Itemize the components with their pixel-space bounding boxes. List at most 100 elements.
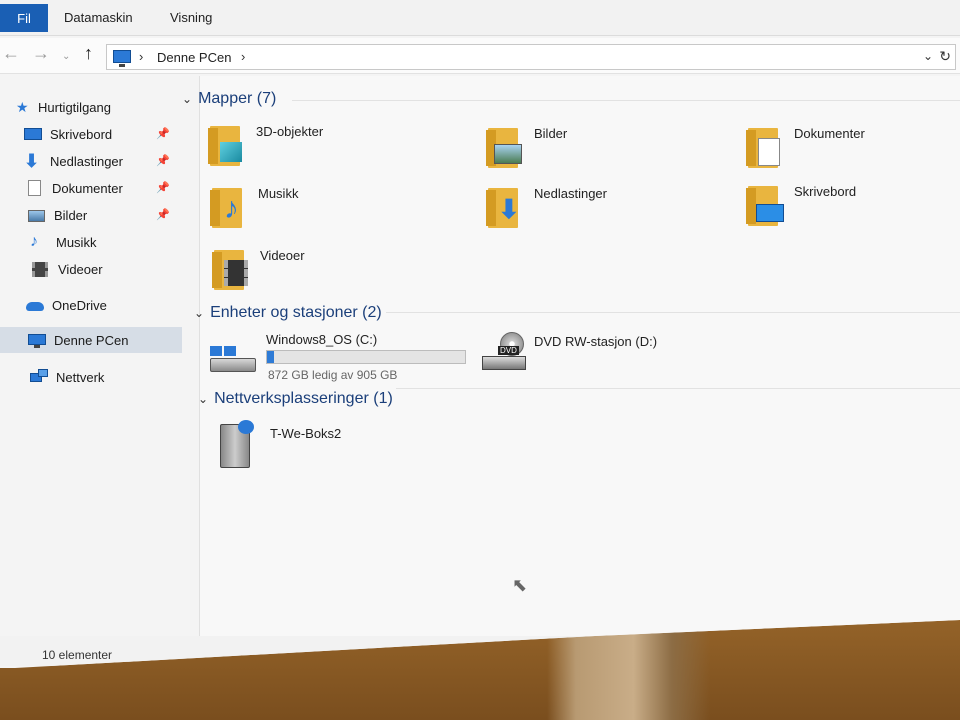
folder-bilder[interactable]: Bilder: [484, 122, 744, 178]
sidebar-item-label: Bilder: [54, 207, 88, 223]
folder-documents-icon: [744, 122, 784, 168]
group-divider: [396, 388, 960, 389]
folder-3d-icon: [206, 120, 246, 166]
folder-pictures-icon: [484, 122, 524, 168]
video-icon: [32, 261, 50, 277]
desktop-icon: [24, 126, 42, 142]
sidebar-item-label: Denne PCen: [54, 332, 129, 348]
group-header-nettverksplasseringer[interactable]: ⌄ Nettverksplasseringer (1): [198, 390, 393, 408]
sidebar-item-label: Musikk: [56, 234, 97, 250]
sidebar-item-label: OneDrive: [52, 297, 107, 313]
pin-icon[interactable]: 📌: [156, 181, 170, 194]
sidebar-item-nettverk[interactable]: Nettverk: [30, 364, 182, 390]
drive-name: DVD RW-stasjon (D:): [534, 334, 658, 349]
dvd-badge: DVD: [498, 346, 519, 355]
breadcrumb-chevron-icon[interactable]: ›: [241, 49, 245, 64]
pin-icon[interactable]: 📌: [156, 154, 170, 167]
mouse-pointer-icon: ⬉: [512, 575, 528, 595]
dvd-drive-icon: DVD: [480, 332, 526, 378]
breadcrumb-denne-pcen[interactable]: Denne PCen: [157, 50, 231, 65]
folder-label: Videoer: [260, 248, 305, 263]
folder-label: 3D-objekter: [256, 124, 324, 139]
chevron-down-icon[interactable]: ⌄: [62, 48, 70, 66]
star-icon: ★: [16, 99, 29, 115]
group-divider: [292, 100, 960, 101]
download-icon: ⬇: [24, 151, 40, 171]
pin-icon[interactable]: 📌: [156, 127, 170, 140]
sidebar-item-skrivebord[interactable]: Skrivebord 📌: [24, 121, 182, 147]
item-count: 10 elementer: [42, 648, 113, 662]
folder-label: Bilder: [534, 126, 568, 141]
group-header-label: Enheter og stasjoner (2): [210, 304, 382, 321]
drive-usage-bar: [266, 350, 466, 364]
chevron-down-icon[interactable]: ⌄: [198, 392, 208, 406]
file-explorer-window: Fil Datamaskin Visning ← → ⌄ ↑ › Denne P…: [0, 0, 960, 668]
folder-label: Dokumenter: [794, 126, 865, 141]
tab-fil[interactable]: Fil: [0, 4, 48, 32]
tab-visning[interactable]: Visning: [170, 10, 212, 25]
windows-drive-icon: [210, 332, 256, 378]
chevron-down-icon[interactable]: ⌄: [194, 306, 204, 320]
folder-3d-objekter[interactable]: 3D-objekter: [206, 120, 466, 176]
computer-icon: [113, 50, 131, 67]
sidebar-item-musikk[interactable]: ♪ Musikk: [30, 229, 182, 255]
pin-icon[interactable]: 📌: [156, 208, 170, 221]
group-header-mapper[interactable]: ⌄ Mapper (7): [182, 90, 276, 108]
sidebar-item-hurtigtilgang[interactable]: ★ Hurtigtilgang: [16, 94, 198, 120]
sidebar-item-label: Videoer: [58, 261, 103, 277]
content-pane: ⌄ Mapper (7) 3D-objekter Bilder Dokument…: [182, 76, 960, 636]
address-bar[interactable]: › Denne PCen › ⌄ ↻: [106, 44, 956, 70]
network-icon: [30, 369, 48, 385]
navigation-pane: ★ Hurtigtilgang Skrivebord 📌 ⬇ Nedlastin…: [0, 76, 200, 636]
breadcrumb-chevron-icon[interactable]: ›: [139, 49, 143, 64]
cloud-icon: [26, 297, 44, 313]
sidebar-item-label: Nedlastinger: [50, 153, 123, 169]
sidebar-item-nedlastinger[interactable]: ⬇ Nedlastinger 📌: [24, 148, 182, 174]
network-drive-icon: [218, 420, 258, 468]
group-header-label: Nettverksplasseringer (1): [214, 390, 393, 407]
group-header-enheter[interactable]: ⌄ Enheter og stasjoner (2): [194, 304, 382, 322]
sidebar-item-bilder[interactable]: Bilder 📌: [28, 202, 182, 228]
sidebar-item-onedrive[interactable]: OneDrive: [26, 292, 182, 318]
sidebar-item-label: Hurtigtilgang: [38, 99, 111, 115]
folder-label: Musikk: [258, 186, 299, 201]
drive-free-space: 872 GB ledig av 905 GB: [268, 368, 398, 382]
pictures-icon: [28, 207, 46, 223]
navigation-bar: ← → ⌄ ↑ › Denne PCen › ⌄ ↻: [0, 38, 960, 74]
drive-c[interactable]: Windows8_OS (C:) 872 GB ledig av 905 GB: [210, 332, 470, 388]
folder-videos-icon: [210, 244, 250, 290]
folder-dokumenter[interactable]: Dokumenter: [744, 122, 960, 178]
up-arrow-icon[interactable]: ↑: [84, 44, 93, 62]
sidebar-item-label: Dokumenter: [52, 180, 123, 196]
folder-desktop-icon: [744, 180, 784, 226]
computer-icon: [28, 332, 46, 348]
folder-skrivebord[interactable]: Skrivebord: [744, 180, 960, 236]
network-location-t-we-boks2[interactable]: T-We-Boks2: [218, 420, 478, 476]
chevron-down-icon[interactable]: ⌄: [182, 92, 192, 106]
folder-label: Skrivebord: [794, 184, 857, 199]
folder-nedlastinger[interactable]: ⬇ Nedlastinger: [484, 182, 744, 238]
folder-music-icon: ♪: [208, 182, 248, 228]
back-arrow-icon[interactable]: ←: [2, 44, 20, 62]
folder-musikk[interactable]: ♪ Musikk: [208, 182, 468, 238]
folder-downloads-icon: ⬇: [484, 182, 524, 228]
network-location-label: T-We-Boks2: [270, 426, 342, 441]
drive-d[interactable]: DVD DVD RW-stasjon (D:): [480, 332, 740, 388]
tab-datamaskin[interactable]: Datamaskin: [64, 10, 133, 25]
drive-name: Windows8_OS (C:): [266, 332, 378, 347]
drive-usage-fill: [267, 351, 275, 363]
group-divider: [386, 312, 960, 313]
folder-label: Nedlastinger: [534, 186, 607, 201]
sidebar-item-label: Nettverk: [56, 369, 105, 385]
group-header-label: Mapper (7): [198, 90, 277, 107]
refresh-icon[interactable]: ↻: [939, 48, 951, 65]
sidebar-item-dokumenter[interactable]: Dokumenter 📌: [26, 175, 182, 201]
address-dropdown-icon[interactable]: ⌄: [923, 49, 933, 63]
folder-videoer[interactable]: Videoer: [210, 244, 470, 300]
document-icon: [26, 180, 44, 196]
sidebar-item-videoer[interactable]: Videoer: [32, 256, 182, 282]
forward-arrow-icon[interactable]: →: [32, 44, 50, 62]
sidebar-item-denne-pcen[interactable]: Denne PCen: [0, 327, 182, 353]
music-icon: ♪: [30, 233, 38, 250]
sidebar-item-label: Skrivebord: [50, 126, 113, 142]
